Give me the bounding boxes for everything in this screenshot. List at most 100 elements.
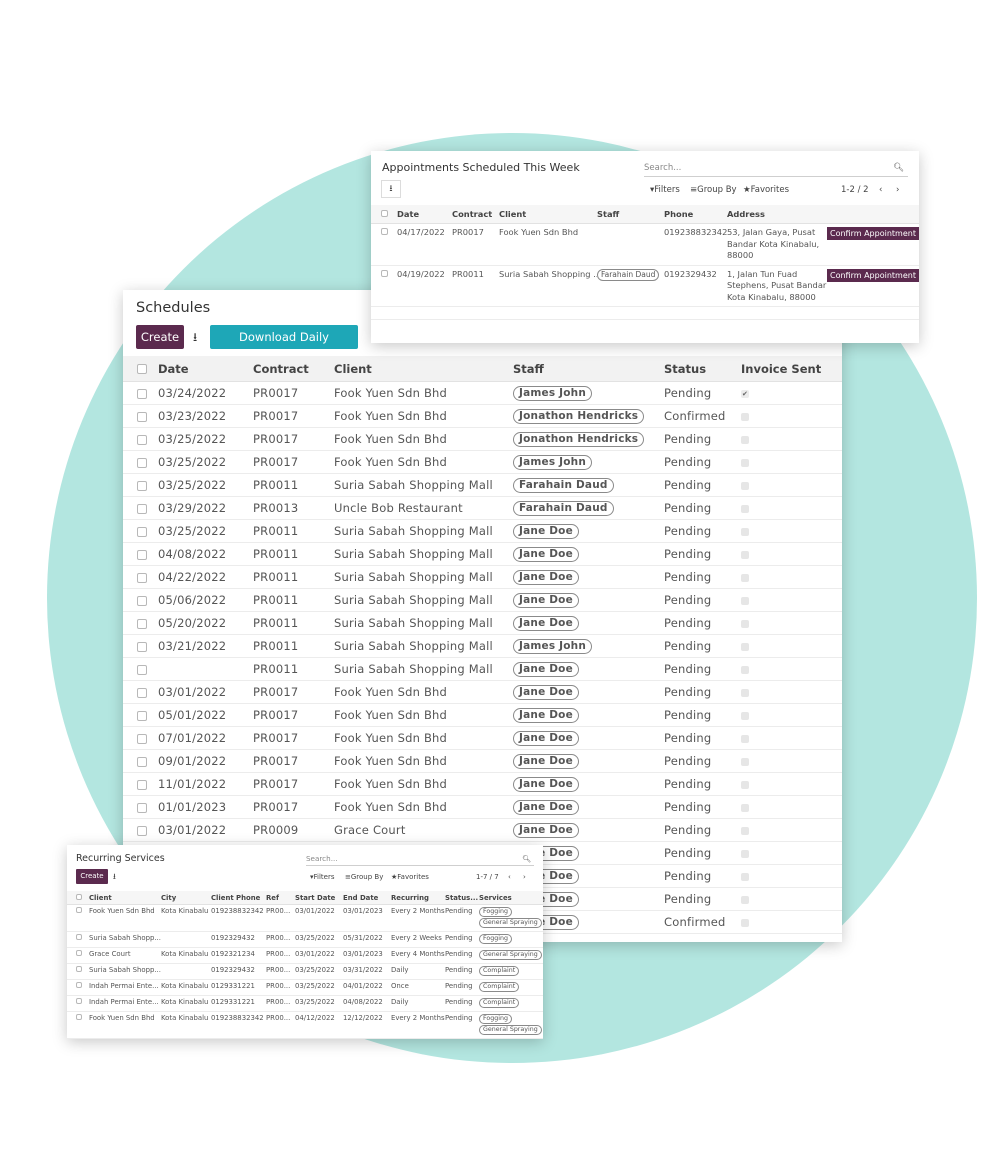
row-checkbox[interactable] [76, 1014, 82, 1020]
favorites-button[interactable]: ★Favorites [391, 873, 429, 881]
table-row[interactable]: 04/08/2022 PR0011 Suria Sabah Shopping Mal… [123, 542, 842, 566]
row-checkbox[interactable] [137, 549, 147, 560]
row-checkbox[interactable] [137, 710, 147, 721]
invoice-sent-checkbox[interactable] [741, 734, 749, 743]
row-checkbox[interactable] [137, 572, 147, 583]
table-row[interactable]: PR0011 Suria Sabah Shopping Mall Jane Doe P… [123, 657, 842, 681]
invoice-sent-checkbox[interactable] [741, 596, 749, 605]
table-row[interactable]: 01/01/2023 PR0017 Fook Yuen Sdn Bhd Jane Do… [123, 795, 842, 819]
download-icon[interactable]: ⭳ [193, 328, 197, 349]
table-row[interactable]: Indah Permai Ente... Kota Kinabalu 0129331… [67, 995, 543, 1012]
invoice-sent-checkbox[interactable] [741, 780, 749, 789]
row-checkbox[interactable] [381, 269, 388, 277]
column-header[interactable]: Status [664, 356, 741, 382]
pager-next-icon[interactable]: › [896, 185, 899, 195]
row-checkbox[interactable] [137, 664, 147, 675]
invoice-sent-checkbox[interactable] [741, 412, 749, 421]
filters-button[interactable]: ▾Filters [310, 873, 335, 881]
row-checkbox[interactable] [76, 934, 82, 940]
invoice-sent-checkbox[interactable] [741, 435, 749, 444]
table-row[interactable]: Suria Sabah Shopp... 0192329432 PR00... 03/… [67, 963, 543, 980]
row-checkbox[interactable] [76, 998, 82, 1004]
download-icon[interactable]: ⭳ [113, 871, 116, 885]
table-row[interactable]: 05/01/2022 PR0017 Fook Yuen Sdn Bhd Jane Do… [123, 703, 842, 727]
table-row[interactable]: 11/01/2022 PR0017 Fook Yuen Sdn Bhd Jane Do… [123, 772, 842, 796]
confirm-appointment-button[interactable]: Confirm Appointment [827, 268, 919, 282]
create-button[interactable]: Create [136, 325, 184, 349]
row-checkbox[interactable] [76, 907, 82, 913]
download-daily-worksheet-button[interactable]: Download Daily Worksheet [210, 325, 358, 368]
table-row[interactable]: 03/25/2022 PR0017 Fook Yuen Sdn Bhd James J… [123, 450, 842, 474]
invoice-sent-checkbox[interactable] [741, 481, 749, 490]
column-header[interactable]: Contract [253, 356, 334, 382]
table-row[interactable]: Fook Yuen Sdn Bhd Kota Kinabalu 0192388323… [67, 904, 543, 932]
search-icon[interactable]: 🔍︎ [522, 852, 531, 865]
column-header[interactable]: Contract [452, 205, 499, 224]
table-row[interactable]: 04/22/2022 PR0011 Suria Sabah Shopping Mal… [123, 565, 842, 589]
row-checkbox[interactable] [137, 733, 147, 744]
create-button[interactable]: Create [76, 869, 108, 884]
table-row[interactable]: 05/20/2022 PR0011 Suria Sabah Shopping Mal… [123, 611, 842, 635]
invoice-sent-checkbox[interactable] [741, 918, 749, 927]
column-header[interactable]: Staff [513, 356, 664, 382]
table-row[interactable]: 03/25/2022 PR0011 Suria Sabah Shopping Mal… [123, 473, 842, 497]
column-header[interactable]: Ref [266, 891, 295, 905]
select-all-checkbox[interactable] [137, 364, 147, 374]
pager-prev-icon[interactable]: ‹ [508, 873, 511, 881]
row-checkbox[interactable] [137, 641, 147, 652]
row-checkbox[interactable] [137, 825, 147, 836]
invoice-sent-checkbox[interactable] [741, 642, 749, 651]
table-row[interactable]: 03/29/2022 PR0013 Uncle Bob Restaurant Fara… [123, 496, 842, 520]
invoice-sent-checkbox[interactable] [741, 711, 749, 720]
table-row[interactable]: 09/01/2022 PR0017 Fook Yuen Sdn Bhd Jane Do… [123, 749, 842, 773]
row-checkbox[interactable] [381, 228, 388, 235]
column-header[interactable]: Client Phone [211, 891, 266, 905]
table-row[interactable]: 03/25/2022 PR0011 Suria Sabah Shopping Mal… [123, 519, 842, 543]
column-header[interactable]: Address [727, 205, 827, 224]
invoice-sent-checkbox[interactable] [741, 849, 749, 858]
column-header[interactable]: Recurring [391, 891, 445, 905]
table-row[interactable]: 04/19/2022 PR0011 Suria Sabah Shopping ...… [371, 265, 919, 307]
select-all-checkbox[interactable] [76, 893, 82, 900]
invoice-sent-checkbox[interactable] [741, 688, 749, 697]
search-input[interactable]: Search... 🔍︎ [644, 160, 908, 177]
table-row[interactable]: Fook Yuen Sdn Bhd Kota Kinabalu 0192388323… [67, 1011, 543, 1039]
column-header[interactable]: Start Date [295, 891, 343, 905]
pager-next-icon[interactable]: › [523, 873, 526, 881]
column-header[interactable]: Date [397, 205, 452, 224]
column-header[interactable]: Status... [445, 891, 479, 905]
row-checkbox[interactable] [137, 434, 147, 445]
row-checkbox[interactable] [76, 950, 82, 956]
confirm-appointment-button[interactable]: Confirm Appointment [827, 227, 919, 240]
invoice-sent-checkbox[interactable] [741, 573, 749, 582]
table-row[interactable]: 03/24/2022 PR0017 Fook Yuen Sdn Bhd James J… [123, 381, 842, 405]
column-header[interactable]: Phone [664, 205, 727, 224]
table-row[interactable]: Indah Permai Ente... Kota Kinabalu 0129331… [67, 979, 543, 996]
table-row[interactable]: 05/06/2022 PR0011 Suria Sabah Shopping Mal… [123, 588, 842, 612]
download-icon[interactable]: ⭳ [381, 180, 401, 198]
table-row[interactable]: Suria Sabah Shopp... 0192329432 PR00... 03/… [67, 931, 543, 948]
row-checkbox[interactable] [137, 411, 147, 422]
row-checkbox[interactable] [76, 966, 82, 972]
row-checkbox[interactable] [137, 687, 147, 698]
column-header[interactable]: City [161, 891, 211, 905]
table-row[interactable]: 03/25/2022 PR0017 Fook Yuen Sdn Bhd Jonatho… [123, 427, 842, 451]
row-checkbox[interactable] [137, 457, 147, 468]
column-header[interactable]: Services [479, 891, 543, 905]
column-header[interactable]: Client [89, 891, 161, 905]
row-checkbox[interactable] [137, 779, 147, 790]
invoice-sent-checkbox[interactable] [741, 895, 749, 904]
column-header[interactable]: Client [499, 205, 597, 224]
row-checkbox[interactable] [137, 480, 147, 491]
row-checkbox[interactable] [137, 503, 147, 514]
column-header[interactable]: Date [158, 356, 253, 382]
table-row[interactable]: 03/23/2022 PR0017 Fook Yuen Sdn Bhd Jonatho… [123, 404, 842, 428]
invoice-sent-checkbox[interactable] [741, 803, 749, 812]
invoice-sent-checkbox[interactable] [741, 504, 749, 513]
group-by-button[interactable]: ≡Group By [690, 185, 737, 195]
select-all-checkbox[interactable] [381, 210, 388, 217]
column-header[interactable]: Staff [597, 205, 664, 224]
column-header[interactable]: Invoice Sent [741, 356, 842, 382]
invoice-sent-checkbox[interactable] [741, 619, 749, 628]
search-input[interactable]: Search... 🔍︎ [306, 852, 534, 866]
